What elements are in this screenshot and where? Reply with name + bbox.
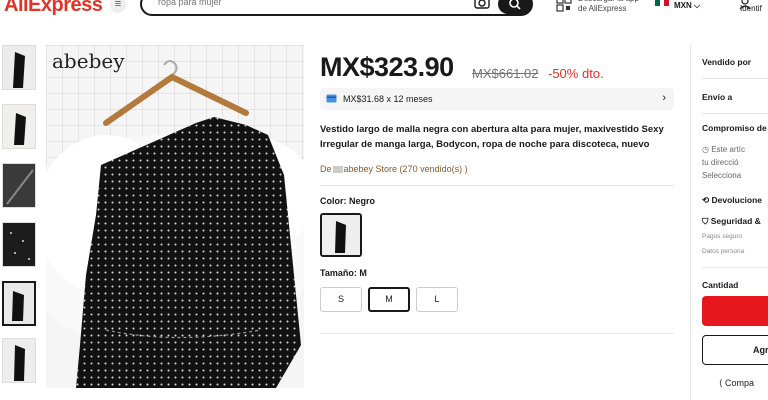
thumbnail-2[interactable]: [2, 104, 36, 149]
personal-data-text: Datos persona: [702, 248, 745, 255]
search-button[interactable]: [498, 0, 532, 14]
main-product-image[interactable]: abebey: [46, 45, 304, 388]
store-prefix: De: [320, 164, 332, 174]
store-badge-icon: [332, 166, 343, 174]
size-label: Tamaño: M: [320, 268, 367, 278]
size-button-l[interactable]: L: [416, 287, 458, 312]
share-text: Compa: [725, 378, 755, 388]
chevron-right-icon: ›: [662, 92, 666, 104]
commitment-line-3[interactable]: Selecciona: [702, 171, 741, 180]
info-icon: ◷: [702, 145, 712, 154]
commitment-line-1: ◷ Este artíc: [702, 145, 745, 154]
store-link[interactable]: De abebey Store (270 vendido(s) ): [320, 164, 468, 174]
store-name: abebey Store (270 vendido(s) ): [343, 164, 468, 174]
divider: [320, 333, 674, 334]
thumbnail-3[interactable]: [2, 163, 36, 208]
aliexpress-logo[interactable]: AliExpress: [4, 0, 103, 17]
installments-text: MX$31.68 x 12 meses: [343, 94, 433, 104]
thumbnail-1[interactable]: [2, 45, 36, 90]
discount-badge: -50% dto.: [548, 66, 604, 81]
commit-text-1: Este artíc: [711, 145, 745, 154]
size-button-m[interactable]: M: [368, 287, 410, 312]
commitment-line-2: tu direcció: [702, 158, 739, 167]
thumbnail-4[interactable]: [2, 222, 36, 267]
qr-app-icon[interactable]: [556, 0, 572, 12]
purchase-panel: Vendido por Envío a Compromiso de ◷ Este…: [690, 45, 768, 400]
product-title: Vestido largo de malla negra con abertur…: [320, 124, 664, 150]
menu-icon[interactable]: ≡: [110, 0, 126, 13]
ship-to-label[interactable]: Envío a: [702, 92, 732, 102]
search-icon: [509, 0, 521, 10]
quantity-label: Cantidad: [702, 280, 739, 290]
divider: [702, 267, 768, 268]
color-label: Color: Negro: [320, 196, 375, 206]
color-swatch-negro[interactable]: [320, 213, 362, 257]
top-header: AliExpress ≡ Descargar la app de AliExpr…: [0, 0, 768, 18]
security-text: Seguridad &: [710, 216, 761, 226]
divider: [702, 113, 768, 114]
original-price: MX$661.02: [472, 66, 539, 81]
installments-bar[interactable]: MX$31.68 x 12 meses ›: [320, 88, 674, 110]
sign-in-link[interactable]: Identif: [740, 4, 762, 13]
mexico-flag-icon[interactable]: [655, 0, 669, 6]
thumbnail-5-selected[interactable]: [2, 281, 36, 326]
size-button-s[interactable]: S: [320, 287, 362, 312]
camera-search-icon[interactable]: [474, 0, 490, 9]
divider: [320, 185, 674, 186]
search-input[interactable]: [158, 0, 458, 7]
currency-selector[interactable]: MXN ⌵: [674, 1, 700, 11]
app-download-text[interactable]: Descargar la app de AliExpress: [578, 0, 648, 14]
shield-icon: ⛉: [702, 216, 711, 226]
security-label[interactable]: ⛉ Seguridad &: [702, 216, 761, 227]
brand-watermark: abebey: [52, 49, 125, 73]
current-price: MX$323.90: [320, 52, 454, 82]
card-icon: [326, 94, 337, 103]
share-button[interactable]: ⟨ Compa: [719, 378, 754, 389]
thumbnail-6[interactable]: [2, 338, 36, 383]
buy-now-button[interactable]: [702, 296, 768, 326]
add-to-cart-button[interactable]: Agr: [702, 335, 768, 365]
returns-text: Devolucione: [711, 195, 763, 205]
dress-image: [46, 45, 304, 388]
sold-by-label: Vendido por: [702, 57, 752, 67]
returns-label[interactable]: ⟲ Devolucione: [702, 195, 762, 206]
divider: [702, 78, 768, 79]
search-bar: [140, 0, 533, 16]
secure-payments-text: Pagos seguro: [702, 233, 743, 240]
commitment-heading: Compromiso de: [702, 123, 767, 133]
